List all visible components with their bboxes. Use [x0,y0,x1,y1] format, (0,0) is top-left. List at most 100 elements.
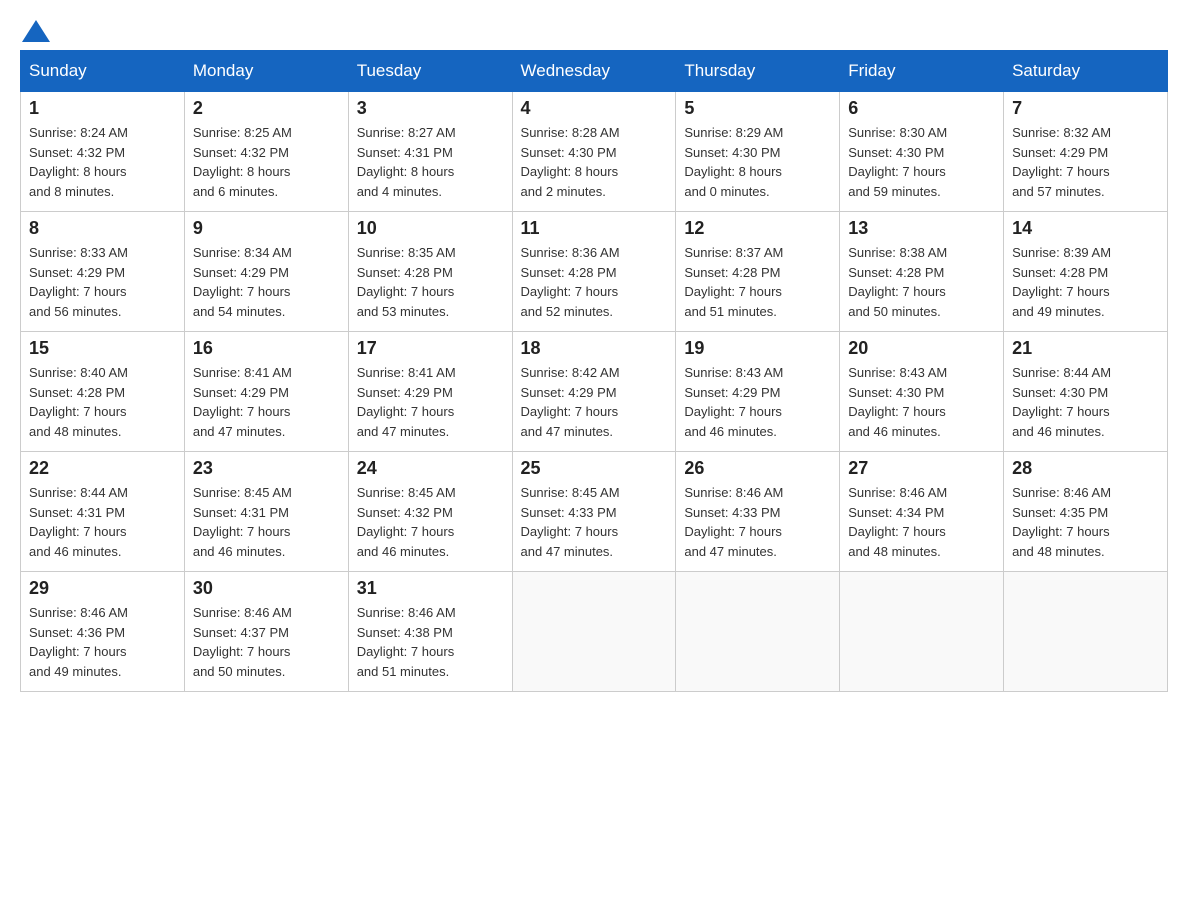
day-header-saturday: Saturday [1004,51,1168,92]
day-number: 1 [29,98,176,119]
day-info: Sunrise: 8:39 AMSunset: 4:28 PMDaylight:… [1012,243,1159,321]
calendar-cell: 7Sunrise: 8:32 AMSunset: 4:29 PMDaylight… [1004,92,1168,212]
day-info: Sunrise: 8:30 AMSunset: 4:30 PMDaylight:… [848,123,995,201]
calendar-cell: 26 Sunrise: 8:46 AMSunset: 4:33 PMDayligh… [676,452,840,572]
calendar-cell: 2 Sunrise: 8:25 AMSunset: 4:32 PMDaylight… [184,92,348,212]
day-header-friday: Friday [840,51,1004,92]
day-info: Sunrise: 8:36 AMSunset: 4:28 PMDaylight:… [521,243,668,321]
day-number: 4 [521,98,668,119]
calendar-cell: 11Sunrise: 8:36 AMSunset: 4:28 PMDayligh… [512,212,676,332]
calendar-cell: 18 Sunrise: 8:42 AMSunset: 4:29 PMDayligh… [512,332,676,452]
day-number: 15 [29,338,176,359]
day-info: Sunrise: 8:46 AMSunset: 4:36 PMDaylight:… [29,603,176,681]
day-number: 21 [1012,338,1159,359]
calendar-week-row: 15 Sunrise: 8:40 AMSunset: 4:28 PMDayligh… [21,332,1168,452]
day-info: Sunrise: 8:42 AMSunset: 4:29 PMDaylight:… [521,363,668,441]
day-number: 22 [29,458,176,479]
day-number: 19 [684,338,831,359]
day-info: Sunrise: 8:35 AMSunset: 4:28 PMDaylight:… [357,243,504,321]
calendar-week-row: 29 Sunrise: 8:46 AMSunset: 4:36 PMDayligh… [21,572,1168,692]
day-info: Sunrise: 8:29 AMSunset: 4:30 PMDaylight:… [684,123,831,201]
day-info: Sunrise: 8:40 AMSunset: 4:28 PMDaylight:… [29,363,176,441]
calendar-cell: 8 Sunrise: 8:33 AMSunset: 4:29 PMDaylight… [21,212,185,332]
day-number: 16 [193,338,340,359]
day-number: 25 [521,458,668,479]
day-header-sunday: Sunday [21,51,185,92]
calendar-cell: 14 Sunrise: 8:39 AMSunset: 4:28 PMDayligh… [1004,212,1168,332]
day-info: Sunrise: 8:44 AMSunset: 4:31 PMDaylight:… [29,483,176,561]
day-number: 8 [29,218,176,239]
day-number: 26 [684,458,831,479]
day-number: 12 [684,218,831,239]
logo [20,20,50,40]
day-info: Sunrise: 8:34 AMSunset: 4:29 PMDaylight:… [193,243,340,321]
day-number: 29 [29,578,176,599]
calendar-week-row: 8 Sunrise: 8:33 AMSunset: 4:29 PMDaylight… [21,212,1168,332]
calendar-header-row: SundayMondayTuesdayWednesdayThursdayFrid… [21,51,1168,92]
day-header-monday: Monday [184,51,348,92]
day-info: Sunrise: 8:41 AMSunset: 4:29 PMDaylight:… [193,363,340,441]
day-info: Sunrise: 8:45 AMSunset: 4:33 PMDaylight:… [521,483,668,561]
day-info: Sunrise: 8:46 AMSunset: 4:34 PMDaylight:… [848,483,995,561]
day-number: 5 [684,98,831,119]
day-info: Sunrise: 8:45 AMSunset: 4:32 PMDaylight:… [357,483,504,561]
day-header-thursday: Thursday [676,51,840,92]
day-info: Sunrise: 8:27 AMSunset: 4:31 PMDaylight:… [357,123,504,201]
day-number: 27 [848,458,995,479]
day-number: 23 [193,458,340,479]
calendar-table: SundayMondayTuesdayWednesdayThursdayFrid… [20,50,1168,692]
day-number: 31 [357,578,504,599]
calendar-cell: 27 Sunrise: 8:46 AMSunset: 4:34 PMDayligh… [840,452,1004,572]
calendar-cell: 9 Sunrise: 8:34 AMSunset: 4:29 PMDaylight… [184,212,348,332]
day-info: Sunrise: 8:25 AMSunset: 4:32 PMDaylight:… [193,123,340,201]
calendar-cell [512,572,676,692]
calendar-cell: 23 Sunrise: 8:45 AMSunset: 4:31 PMDayligh… [184,452,348,572]
day-info: Sunrise: 8:33 AMSunset: 4:29 PMDaylight:… [29,243,176,321]
day-header-wednesday: Wednesday [512,51,676,92]
calendar-cell: 12Sunrise: 8:37 AMSunset: 4:28 PMDayligh… [676,212,840,332]
day-info: Sunrise: 8:43 AMSunset: 4:30 PMDaylight:… [848,363,995,441]
calendar-cell: 30Sunrise: 8:46 AMSunset: 4:37 PMDayligh… [184,572,348,692]
day-info: Sunrise: 8:45 AMSunset: 4:31 PMDaylight:… [193,483,340,561]
calendar-week-row: 1 Sunrise: 8:24 AMSunset: 4:32 PMDaylight… [21,92,1168,212]
calendar-cell: 3 Sunrise: 8:27 AMSunset: 4:31 PMDaylight… [348,92,512,212]
day-number: 10 [357,218,504,239]
day-number: 24 [357,458,504,479]
calendar-cell [840,572,1004,692]
calendar-cell: 31 Sunrise: 8:46 AMSunset: 4:38 PMDayligh… [348,572,512,692]
day-number: 7 [1012,98,1159,119]
day-info: Sunrise: 8:46 AMSunset: 4:33 PMDaylight:… [684,483,831,561]
day-number: 2 [193,98,340,119]
calendar-cell [1004,572,1168,692]
day-number: 3 [357,98,504,119]
day-number: 30 [193,578,340,599]
day-info: Sunrise: 8:41 AMSunset: 4:29 PMDaylight:… [357,363,504,441]
day-info: Sunrise: 8:43 AMSunset: 4:29 PMDaylight:… [684,363,831,441]
day-info: Sunrise: 8:46 AMSunset: 4:38 PMDaylight:… [357,603,504,681]
day-number: 9 [193,218,340,239]
calendar-cell: 5 Sunrise: 8:29 AMSunset: 4:30 PMDaylight… [676,92,840,212]
calendar-cell: 13Sunrise: 8:38 AMSunset: 4:28 PMDayligh… [840,212,1004,332]
calendar-cell: 29 Sunrise: 8:46 AMSunset: 4:36 PMDayligh… [21,572,185,692]
calendar-cell: 4 Sunrise: 8:28 AMSunset: 4:30 PMDaylight… [512,92,676,212]
day-info: Sunrise: 8:44 AMSunset: 4:30 PMDaylight:… [1012,363,1159,441]
day-number: 28 [1012,458,1159,479]
calendar-cell: 17 Sunrise: 8:41 AMSunset: 4:29 PMDayligh… [348,332,512,452]
calendar-cell: 28 Sunrise: 8:46 AMSunset: 4:35 PMDayligh… [1004,452,1168,572]
day-number: 14 [1012,218,1159,239]
page-header [20,20,1168,40]
day-number: 17 [357,338,504,359]
day-number: 18 [521,338,668,359]
day-info: Sunrise: 8:46 AMSunset: 4:35 PMDaylight:… [1012,483,1159,561]
calendar-cell: 6 Sunrise: 8:30 AMSunset: 4:30 PMDaylight… [840,92,1004,212]
day-number: 6 [848,98,995,119]
calendar-cell: 15 Sunrise: 8:40 AMSunset: 4:28 PMDayligh… [21,332,185,452]
calendar-cell: 10 Sunrise: 8:35 AMSunset: 4:28 PMDayligh… [348,212,512,332]
day-header-tuesday: Tuesday [348,51,512,92]
day-info: Sunrise: 8:28 AMSunset: 4:30 PMDaylight:… [521,123,668,201]
calendar-cell: 19 Sunrise: 8:43 AMSunset: 4:29 PMDayligh… [676,332,840,452]
day-number: 13 [848,218,995,239]
day-info: Sunrise: 8:24 AMSunset: 4:32 PMDaylight:… [29,123,176,201]
calendar-week-row: 22 Sunrise: 8:44 AMSunset: 4:31 PMDayligh… [21,452,1168,572]
calendar-cell [676,572,840,692]
